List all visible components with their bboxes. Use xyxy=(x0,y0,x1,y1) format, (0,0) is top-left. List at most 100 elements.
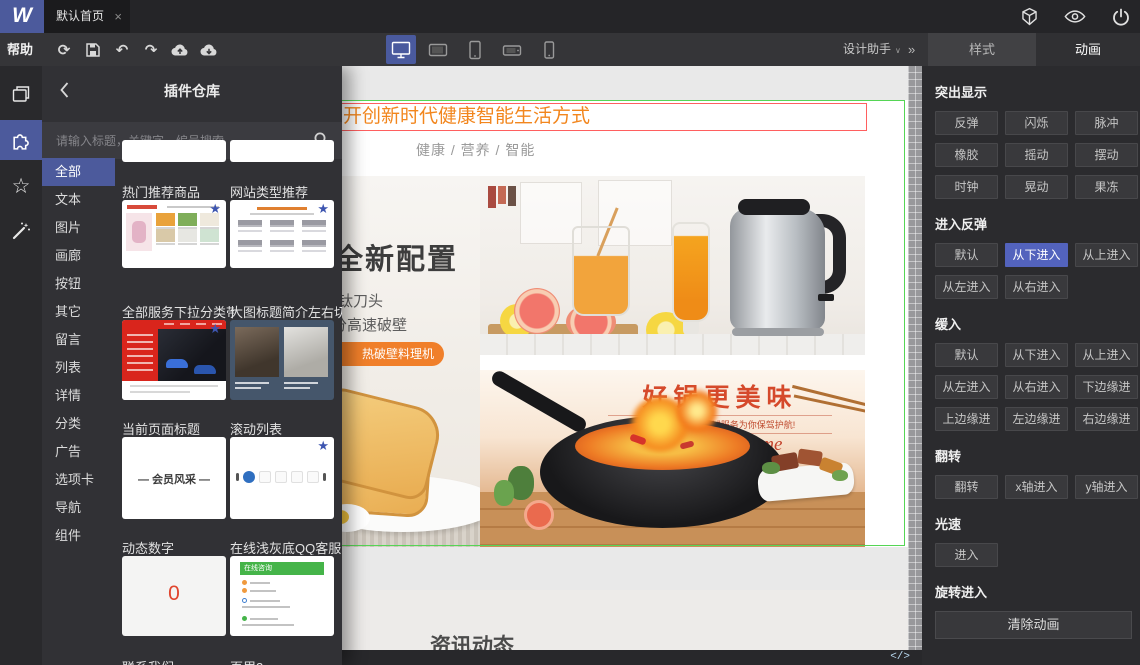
anim-button[interactable]: 晃动 xyxy=(1005,175,1068,199)
device-desktop-button[interactable] xyxy=(386,35,416,64)
page-title-block[interactable]: 开创新时代健康智能生活方式 xyxy=(342,103,867,131)
anim-button[interactable]: 默认 xyxy=(935,343,998,367)
anim-button[interactable]: 橡胶 xyxy=(935,143,998,167)
category-item[interactable]: 图片 xyxy=(42,214,115,242)
plugin-card-page-title[interactable]: — 会员风采 — xyxy=(122,437,226,519)
category-item[interactable]: 广告 xyxy=(42,438,115,466)
design-canvas[interactable]: 开创新时代健康智能生活方式 健康 / 营养 / 智能 全新配置 钛刀头 分高速破… xyxy=(342,66,908,665)
sidebar-pages-icon[interactable] xyxy=(0,74,42,114)
star-icon: ★ xyxy=(209,201,221,216)
plugin-label: 在线浅灰底QQ客服 xyxy=(230,541,342,555)
anim-button[interactable]: 进入 xyxy=(935,543,998,567)
plugin-label: 大图标题简介左右切... xyxy=(230,305,342,319)
plugin-card-partial[interactable] xyxy=(122,140,226,162)
banner-line1: 钛刀头 xyxy=(342,293,384,310)
plugin-card-services-dropdown[interactable]: ★ xyxy=(122,320,226,400)
anim-button[interactable]: 上边缘进 xyxy=(935,407,998,431)
section-heading: 进入反弹 xyxy=(935,217,988,232)
clear-animation-button[interactable]: 清除动画 xyxy=(935,611,1132,639)
anim-button[interactable]: 反弹 xyxy=(935,111,998,135)
tab-animation[interactable]: 动画 xyxy=(1036,33,1140,66)
kettle-banner-image[interactable] xyxy=(480,176,865,355)
device-phone-landscape-button[interactable] xyxy=(497,35,527,64)
wok-banner-image[interactable]: 好锅更美味 无忧购物，至诚服务为你保驾护航! Warm Home xyxy=(480,370,865,547)
plugin-card-big-image-intro[interactable] xyxy=(230,320,334,400)
anim-button[interactable]: 从右进入 xyxy=(1005,375,1068,399)
preview-eye-icon[interactable] xyxy=(1064,7,1086,27)
device-tablet-portrait-button[interactable] xyxy=(460,35,490,64)
anim-button[interactable]: 从上进入 xyxy=(1075,243,1138,267)
anim-button[interactable]: 从上进入 xyxy=(1075,343,1138,367)
plugin-card-hot-products[interactable]: ★ xyxy=(122,200,226,268)
anim-button[interactable]: 摇动 xyxy=(1005,143,1068,167)
app-logo[interactable]: W xyxy=(0,0,44,33)
power-exit-icon[interactable] xyxy=(1110,7,1132,27)
collapse-more-button[interactable]: » xyxy=(908,33,915,66)
page-tab[interactable]: 默认首页 × xyxy=(44,0,130,33)
category-item[interactable]: 列表 xyxy=(42,354,115,382)
tab-close-icon[interactable]: × xyxy=(114,0,122,33)
anim-button[interactable]: 右边缘进 xyxy=(1075,407,1138,431)
anim-button[interactable]: 时钟 xyxy=(935,175,998,199)
refresh-icon[interactable]: ⟳ xyxy=(55,41,73,59)
plugin-label: 页眉2 xyxy=(230,657,342,665)
3d-cube-icon[interactable] xyxy=(1018,7,1040,27)
sidebar-wizard-icon[interactable] xyxy=(0,211,42,251)
help-button[interactable]: 帮助 xyxy=(7,33,33,66)
plugin-card-scroll-list[interactable]: ★ xyxy=(230,437,334,519)
canvas-grid-strip[interactable] xyxy=(908,66,922,650)
section-heading: 光速 xyxy=(935,517,962,532)
cloud-download-icon[interactable] xyxy=(200,41,218,59)
device-tablet-landscape-button[interactable] xyxy=(423,35,453,64)
category-item[interactable]: 导航 xyxy=(42,494,115,522)
undo-icon[interactable]: ↶ xyxy=(113,41,131,59)
anim-button[interactable]: 果冻 xyxy=(1075,175,1138,199)
category-item[interactable]: 详情 xyxy=(42,382,115,410)
plugin-card-partial[interactable] xyxy=(230,140,334,162)
anim-button[interactable]: 摆动 xyxy=(1075,143,1138,167)
plugin-card-site-types[interactable]: ★ xyxy=(230,200,334,268)
save-icon[interactable] xyxy=(84,41,102,59)
panel-title: 插件仓库 xyxy=(164,83,220,99)
sidebar-favorites-icon[interactable]: ☆ xyxy=(0,166,42,206)
animation-panel: 突出显示 反弹 闪烁 脉冲 橡胶 摇动 摆动 时钟 晃动 果冻 进入反弹 默认 … xyxy=(922,66,1140,665)
edit-toolbar: 帮助 ⟳ ↶ ↷ 设计助手 ∨ » 样式 动画 xyxy=(0,33,1140,66)
category-item[interactable]: 分类 xyxy=(42,410,115,438)
design-assistant-button[interactable]: 设计助手 ∨ xyxy=(843,33,901,67)
anim-button[interactable]: 闪烁 xyxy=(1005,111,1068,135)
code-view-icon[interactable]: </> xyxy=(890,651,910,663)
category-item[interactable]: 留言 xyxy=(42,326,115,354)
category-item[interactable]: 画廊 xyxy=(42,242,115,270)
tab-style[interactable]: 样式 xyxy=(928,33,1036,66)
anim-button[interactable]: 翻转 xyxy=(935,475,998,499)
plugin-card-dynamic-number[interactable]: 0 xyxy=(122,556,226,636)
category-item[interactable]: 按钮 xyxy=(42,270,115,298)
anim-button[interactable]: x轴进入 xyxy=(1005,475,1068,499)
plugin-card-qq-service[interactable]: 在线咨询 xyxy=(230,556,334,636)
anim-button-selected[interactable]: 从下进入 xyxy=(1005,243,1068,267)
anim-button[interactable]: 左边缘进 xyxy=(1005,407,1068,431)
anim-button[interactable]: 从下进入 xyxy=(1005,343,1068,367)
kettle-body xyxy=(730,208,825,330)
blender-banner-image[interactable]: 全新配置 钛刀头 分高速破壁 热破壁料理机 xyxy=(342,176,480,547)
sidebar-plugins-icon[interactable] xyxy=(0,120,42,160)
star-icon: ★ xyxy=(317,201,329,216)
app-window: W 默认首页 × 帮助 ⟳ ↶ ↷ 设计助手 ∨ » 样式 动画 ☆ 开创新时代… xyxy=(0,0,1140,665)
plugin-label: 全部服务下拉分类带... xyxy=(122,305,234,319)
anim-button[interactable]: 下边缘进 xyxy=(1075,375,1138,399)
anim-button[interactable]: 脉冲 xyxy=(1075,111,1138,135)
category-item[interactable]: 组件 xyxy=(42,522,115,550)
category-item[interactable]: 全部 xyxy=(42,158,115,186)
redo-icon[interactable]: ↷ xyxy=(142,41,160,59)
anim-button[interactable]: 默认 xyxy=(935,243,998,267)
anim-button[interactable]: 从左进入 xyxy=(935,275,998,299)
device-phone-portrait-button[interactable] xyxy=(534,35,564,64)
category-item[interactable]: 其它 xyxy=(42,298,115,326)
device-switcher xyxy=(386,35,564,64)
anim-button[interactable]: 从左进入 xyxy=(935,375,998,399)
anim-button[interactable]: y轴进入 xyxy=(1075,475,1138,499)
category-item[interactable]: 文本 xyxy=(42,186,115,214)
cloud-upload-icon[interactable] xyxy=(171,41,189,59)
category-item[interactable]: 选项卡 xyxy=(42,466,115,494)
anim-button[interactable]: 从右进入 xyxy=(1005,275,1068,299)
